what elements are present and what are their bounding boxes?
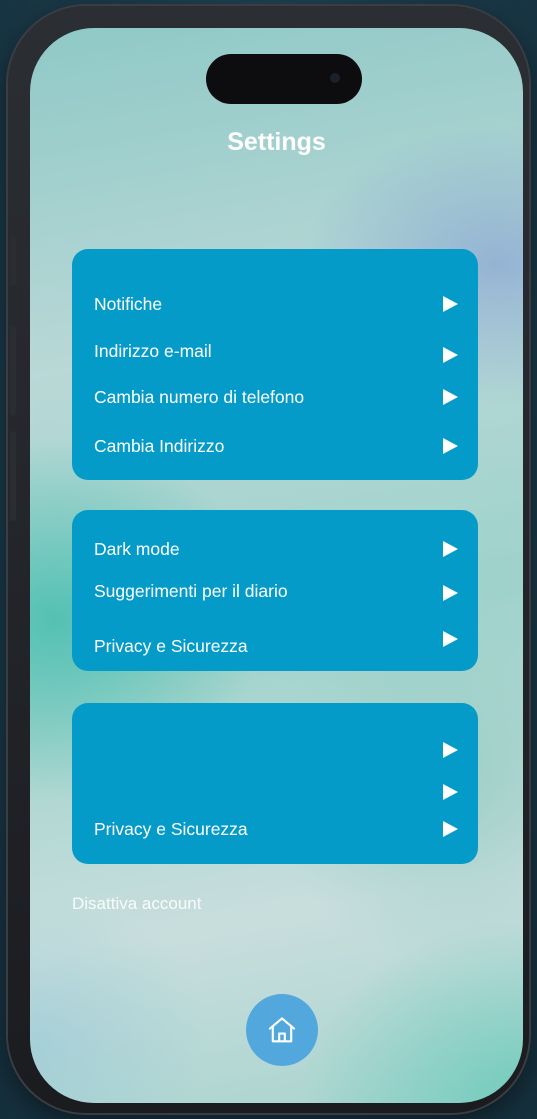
settings-item-label: Privacy e Sicurezza xyxy=(94,818,248,839)
chevron-right-icon xyxy=(443,389,458,405)
settings-item-address[interactable]: Cambia Indirizzo xyxy=(94,431,458,461)
settings-item-empty[interactable] xyxy=(94,777,458,807)
chevron-right-icon xyxy=(443,347,458,363)
settings-item-label: Dark mode xyxy=(94,538,180,559)
settings-item-dark-mode[interactable]: Dark mode xyxy=(94,534,458,564)
chevron-right-icon xyxy=(443,296,458,312)
camera-icon xyxy=(330,73,340,83)
settings-item-label: Notifiche xyxy=(94,293,163,314)
phone-frame: Settings Notifiche Indirizzo e-mail Camb… xyxy=(8,6,529,1113)
settings-card-preferences: Dark mode Suggerimenti per il diario Pri… xyxy=(72,510,478,671)
home-button[interactable] xyxy=(246,994,318,1066)
page-title: Settings xyxy=(227,128,326,156)
home-icon xyxy=(268,1017,296,1043)
chevron-right-icon xyxy=(443,784,458,800)
settings-item-privacy-2[interactable]: Privacy e Sicurezza xyxy=(94,814,458,844)
settings-item-phone[interactable]: Cambia numero di telefono xyxy=(94,382,458,412)
settings-item-privacy[interactable]: Privacy e Sicurezza xyxy=(94,628,458,658)
chevron-right-icon xyxy=(443,541,458,557)
settings-card-account: Notifiche Indirizzo e-mail Cambia numero… xyxy=(72,249,478,480)
chevron-right-icon xyxy=(443,631,458,647)
chevron-right-icon xyxy=(443,742,458,758)
settings-item-email[interactable]: Indirizzo e-mail xyxy=(94,336,458,366)
chevron-right-icon xyxy=(443,438,458,454)
settings-item-label: Privacy e Sicurezza xyxy=(94,635,248,656)
settings-item-label: Cambia numero di telefono xyxy=(94,386,305,407)
side-button xyxy=(10,236,16,286)
settings-item-notifiche[interactable]: Notifiche xyxy=(94,289,458,319)
chevron-right-icon xyxy=(443,585,458,601)
chevron-right-icon xyxy=(443,821,458,837)
side-button xyxy=(10,431,16,521)
screen: Settings Notifiche Indirizzo e-mail Camb… xyxy=(30,28,523,1103)
settings-item-label: Suggerimenti per il diario xyxy=(94,580,288,601)
settings-item-label: Indirizzo e-mail xyxy=(94,340,212,361)
side-button xyxy=(10,326,16,416)
deactivate-account-link[interactable]: Disattiva account xyxy=(72,894,201,914)
dynamic-island xyxy=(206,54,362,104)
settings-item-empty[interactable] xyxy=(94,735,458,765)
settings-card-other: Privacy e Sicurezza xyxy=(72,703,478,864)
settings-item-diary-suggestions[interactable]: Suggerimenti per il diario xyxy=(94,576,458,606)
settings-item-label: Cambia Indirizzo xyxy=(94,435,225,456)
